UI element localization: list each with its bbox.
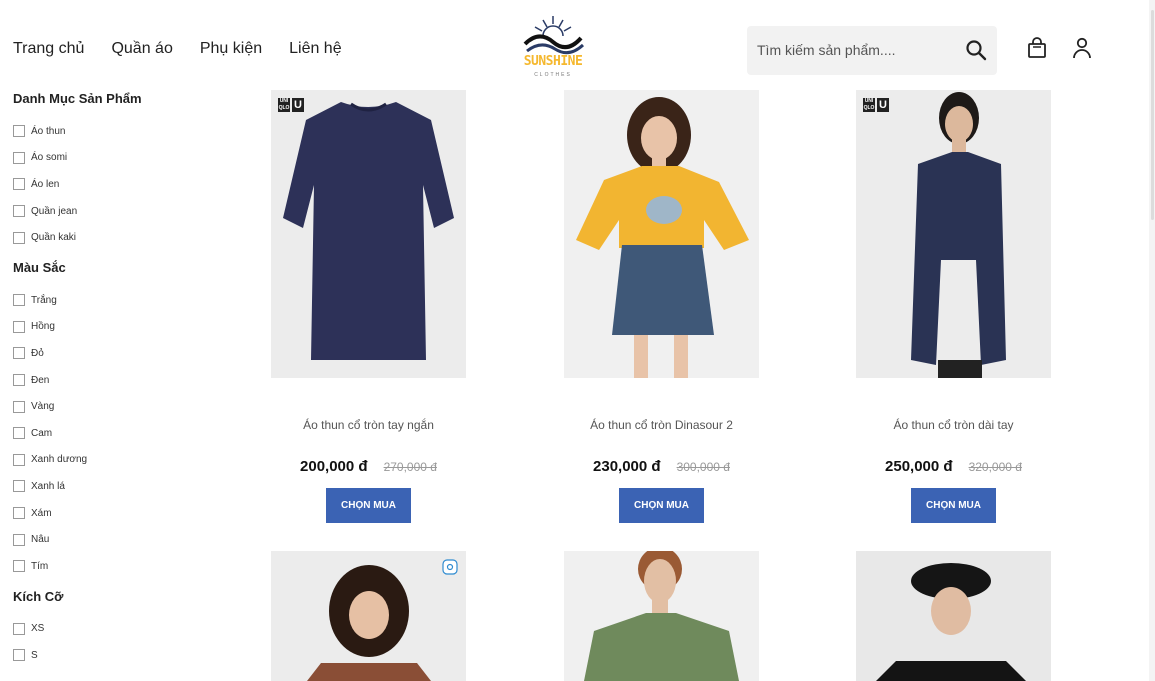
nav-clothes[interactable]: Quần áo bbox=[111, 40, 172, 58]
product-old-price: 320,000 đ bbox=[968, 460, 1022, 474]
search-bar bbox=[747, 26, 997, 75]
main-nav: Trang chủ Quần áo Phụ kiện Liên hệ bbox=[13, 40, 369, 58]
scrollbar-thumb[interactable] bbox=[1151, 10, 1154, 220]
checkbox[interactable] bbox=[13, 480, 25, 493]
filter-sidebar: Danh Mục Sản Phẩm Áo thun Áo somi Áo len… bbox=[13, 92, 233, 679]
sun-wave-logo-icon bbox=[523, 16, 585, 55]
filter-color-yellow[interactable]: Vàng bbox=[13, 393, 233, 420]
search-icon[interactable] bbox=[965, 39, 987, 61]
product-card[interactable] bbox=[856, 551, 1051, 681]
product-prices: 250,000 đ 320,000 đ bbox=[836, 458, 1071, 476]
product-image[interactable]: UNI QLO U bbox=[271, 90, 466, 378]
model-navy-longsleeve-image bbox=[911, 92, 1006, 378]
model-brown-shirt-image bbox=[307, 565, 431, 681]
model-yellow-shirt-image bbox=[576, 97, 749, 378]
user-icon[interactable] bbox=[1072, 37, 1092, 59]
checkbox[interactable] bbox=[13, 125, 25, 138]
checkbox[interactable] bbox=[13, 205, 25, 218]
category-filter-title: Danh Mục Sản Phẩm bbox=[13, 91, 142, 106]
checkbox[interactable] bbox=[13, 533, 25, 546]
model-green-shirt-image bbox=[584, 551, 739, 681]
size-filter-title: Kích Cỡ bbox=[13, 588, 64, 604]
color-filter-title: Màu Sắc bbox=[13, 259, 66, 275]
nav-accessories[interactable]: Phụ kiện bbox=[200, 40, 262, 58]
nav-home[interactable]: Trang chủ bbox=[13, 40, 84, 58]
buy-button[interactable]: CHỌN MUA bbox=[326, 488, 411, 523]
checkbox[interactable] bbox=[13, 151, 25, 164]
shopping-bag-icon[interactable] bbox=[1027, 37, 1047, 59]
filter-category-quan-kaki[interactable]: Quần kaki bbox=[13, 224, 233, 251]
product-price: 250,000 đ bbox=[885, 458, 953, 475]
filter-category-ao-len[interactable]: Áo len bbox=[13, 171, 233, 198]
brand-badge: UNI QLO U bbox=[278, 98, 304, 112]
product-image[interactable]: UNI QLO U bbox=[856, 90, 1051, 378]
checkbox[interactable] bbox=[13, 507, 25, 520]
image-search-icon[interactable] bbox=[442, 559, 458, 575]
product-title[interactable]: Áo thun cổ tròn Dinasour 2 bbox=[544, 418, 779, 432]
product-card[interactable]: Áo thun cổ tròn Dinasour 2 230,000 đ 300,… bbox=[564, 90, 759, 523]
product-old-price: 300,000 đ bbox=[676, 460, 730, 474]
checkbox[interactable] bbox=[13, 294, 25, 307]
category-filter-group: Danh Mục Sản Phẩm Áo thun Áo somi Áo len… bbox=[13, 92, 233, 251]
product-title[interactable]: Áo thun cổ tròn dài tay bbox=[836, 418, 1071, 432]
filter-color-brown[interactable]: Nâu bbox=[13, 526, 233, 553]
page-scrollbar[interactable] bbox=[1149, 0, 1155, 681]
filter-color-pink[interactable]: Hồng bbox=[13, 314, 233, 341]
brand-badge: UNI QLO U bbox=[863, 98, 889, 112]
site-logo[interactable]: SUNSHINE CLOTHES bbox=[521, 14, 585, 80]
filter-color-blue[interactable]: Xanh dương bbox=[13, 447, 233, 474]
buy-button[interactable]: CHỌN MUA bbox=[911, 488, 996, 523]
search-input[interactable] bbox=[757, 38, 947, 62]
size-filter-group: Kích Cỡ XS S bbox=[13, 588, 233, 669]
filter-category-ao-thun[interactable]: Áo thun bbox=[13, 118, 233, 145]
logo-tagline: CLOTHES bbox=[534, 72, 572, 78]
product-image[interactable] bbox=[856, 551, 1051, 681]
product-card[interactable]: UNI QLO U Áo thun cổ tròn tay ngắn 200,000… bbox=[271, 90, 466, 523]
checkbox[interactable] bbox=[13, 649, 25, 662]
checkbox[interactable] bbox=[13, 347, 25, 360]
checkbox[interactable] bbox=[13, 622, 25, 635]
filter-size-xs[interactable]: XS bbox=[13, 616, 233, 643]
product-card[interactable] bbox=[564, 551, 759, 681]
checkbox[interactable] bbox=[13, 231, 25, 244]
filter-size-s[interactable]: S bbox=[13, 642, 233, 669]
product-title[interactable]: Áo thun cổ tròn tay ngắn bbox=[251, 418, 486, 432]
checkbox[interactable] bbox=[13, 178, 25, 191]
checkbox[interactable] bbox=[13, 374, 25, 387]
product-prices: 230,000 đ 300,000 đ bbox=[544, 458, 779, 476]
nav-contact[interactable]: Liên hệ bbox=[289, 40, 342, 58]
filter-color-red[interactable]: Đỏ bbox=[13, 340, 233, 367]
filter-color-purple[interactable]: Tím bbox=[13, 553, 233, 580]
buy-button[interactable]: CHỌN MUA bbox=[619, 488, 704, 523]
product-prices: 200,000 đ 270,000 đ bbox=[251, 458, 486, 476]
product-card[interactable] bbox=[271, 551, 466, 681]
logo-brand-text: SUNSHINE bbox=[523, 54, 583, 69]
filter-category-ao-somi[interactable]: Áo somi bbox=[13, 145, 233, 172]
product-old-price: 270,000 đ bbox=[383, 460, 437, 474]
header: Trang chủ Quần áo Phụ kiện Liên hệ SUNSH… bbox=[0, 0, 1155, 88]
color-filter-group: Màu Sắc Trắng Hồng Đỏ Đen Vàng Cam Xanh … bbox=[13, 259, 233, 580]
checkbox[interactable] bbox=[13, 453, 25, 466]
checkbox[interactable] bbox=[13, 320, 25, 333]
filter-color-gray[interactable]: Xám bbox=[13, 500, 233, 527]
product-price: 230,000 đ bbox=[593, 458, 661, 475]
filter-color-orange[interactable]: Cam bbox=[13, 420, 233, 447]
filter-color-white[interactable]: Trắng bbox=[13, 287, 233, 314]
filter-color-black[interactable]: Đen bbox=[13, 367, 233, 394]
checkbox[interactable] bbox=[13, 400, 25, 413]
product-image[interactable] bbox=[271, 551, 466, 681]
model-black-hat-image bbox=[876, 563, 1026, 681]
checkbox[interactable] bbox=[13, 560, 25, 573]
checkbox[interactable] bbox=[13, 427, 25, 440]
navy-tshirt-image bbox=[283, 102, 454, 360]
product-image[interactable] bbox=[564, 551, 759, 681]
filter-color-green[interactable]: Xanh lá bbox=[13, 473, 233, 500]
product-price: 200,000 đ bbox=[300, 458, 368, 475]
product-image[interactable] bbox=[564, 90, 759, 378]
filter-category-quan-jean[interactable]: Quần jean bbox=[13, 198, 233, 225]
product-card[interactable]: UNI QLO U Áo thun cổ tròn dài tay 250,000 … bbox=[856, 90, 1051, 523]
